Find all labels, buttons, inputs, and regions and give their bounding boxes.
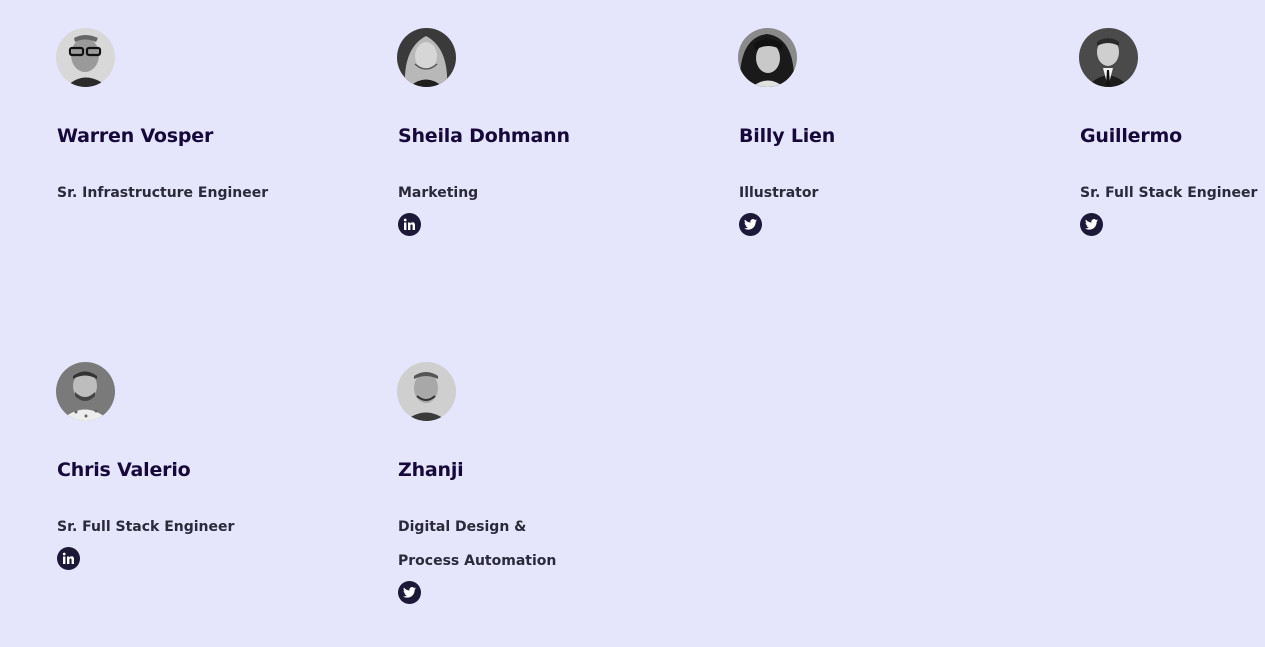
member-name: Chris Valerio	[57, 459, 191, 481]
team-member-card: Zhanji Digital Design & Process Automati…	[397, 362, 697, 622]
member-name: Guillermo	[1080, 125, 1182, 147]
team-member-card: Billy Lien Illustrator	[738, 28, 1038, 248]
avatar	[1079, 28, 1138, 87]
team-member-card: Sheila Dohmann Marketing	[397, 28, 697, 248]
member-name: Billy Lien	[739, 125, 836, 147]
avatar	[397, 362, 456, 421]
linkedin-icon[interactable]	[398, 213, 421, 236]
twitter-icon[interactable]	[1080, 213, 1103, 236]
member-role: Sr. Full Stack Engineer	[57, 519, 235, 535]
twitter-icon[interactable]	[398, 581, 421, 604]
team-grid: Warren Vosper Sr. Infrastructure Enginee…	[0, 0, 1265, 647]
twitter-icon[interactable]	[739, 213, 762, 236]
member-role: Marketing	[398, 185, 479, 201]
avatar	[397, 28, 456, 87]
avatar	[56, 28, 115, 87]
linkedin-icon[interactable]	[57, 547, 80, 570]
member-name: Sheila Dohmann	[398, 125, 570, 147]
member-role: Illustrator	[739, 185, 819, 201]
member-role: Digital Design & Process Automation	[398, 519, 557, 569]
avatar	[738, 28, 797, 87]
avatar	[56, 362, 115, 421]
team-member-card: Guillermo Sr. Full Stack Engineer	[1079, 28, 1265, 248]
team-member-card: Warren Vosper Sr. Infrastructure Enginee…	[56, 28, 356, 208]
member-name: Warren Vosper	[57, 125, 214, 147]
member-role: Sr. Infrastructure Engineer	[57, 185, 269, 201]
member-role: Sr. Full Stack Engineer	[1080, 185, 1258, 201]
team-member-card: Chris Valerio Sr. Full Stack Engineer	[56, 362, 356, 582]
member-name: Zhanji	[398, 459, 464, 481]
